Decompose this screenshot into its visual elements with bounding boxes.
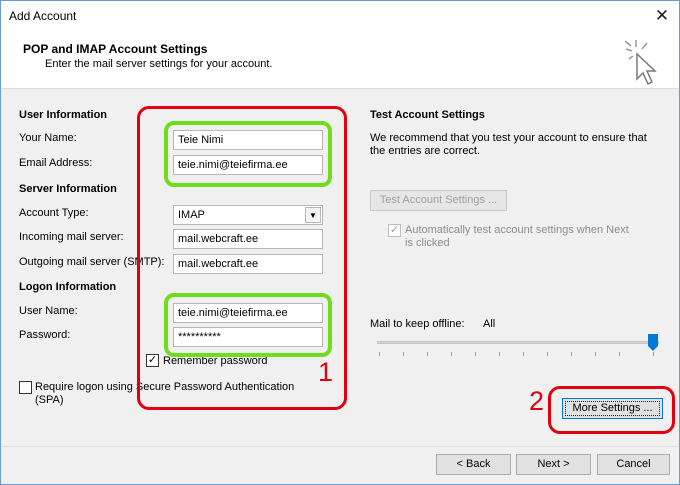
test-account-settings-heading: Test Account Settings (370, 109, 485, 121)
auto-test-label-line1: Automatically test account settings when… (405, 224, 629, 236)
back-button[interactable]: < Back (436, 454, 511, 475)
mail-offline-value: All (483, 318, 496, 330)
add-account-dialog: Add Account ✕ POP and IMAP Account Setti… (0, 0, 680, 485)
header-title: POP and IMAP Account Settings (23, 42, 208, 56)
your-name-label: Your Name: (19, 132, 77, 144)
test-description-line2: the entries are correct. (370, 145, 481, 157)
test-account-settings-button[interactable]: Test Account Settings ... (370, 190, 507, 211)
annotation-number-1: 1 (318, 357, 334, 387)
spa-label-line2: (SPA) (35, 394, 64, 406)
mail-offline-slider-track[interactable] (377, 341, 659, 344)
incoming-server-label: Incoming mail server: (19, 231, 124, 243)
password-label: Password: (19, 329, 71, 341)
slider-tick (523, 352, 524, 356)
spa-checkbox[interactable] (19, 381, 32, 394)
account-type-label: Account Type: (19, 207, 89, 219)
auto-test-label-line2: is clicked (405, 237, 450, 249)
user-information-heading: User Information (19, 109, 108, 121)
mail-offline-label: Mail to keep offline: (370, 318, 465, 330)
title-bar: Add Account ✕ (1, 1, 679, 31)
cursor-click-icon (624, 40, 657, 86)
slider-tick (547, 352, 548, 356)
slider-tick (475, 352, 476, 356)
slider-tick (427, 352, 428, 356)
slider-tick (619, 352, 620, 356)
slider-tick (379, 352, 380, 356)
auto-test-checkbox[interactable]: ✓ (388, 224, 401, 237)
logon-information-heading: Logon Information (19, 281, 117, 293)
annotation-box-2 (548, 386, 675, 434)
annotation-number-2: 2 (529, 386, 545, 416)
test-description-line1: We recommend that you test your account … (370, 132, 647, 144)
next-button[interactable]: Next > (516, 454, 591, 475)
cancel-button[interactable]: Cancel (597, 454, 670, 475)
close-icon[interactable]: ✕ (651, 5, 673, 27)
server-information-heading: Server Information (19, 183, 117, 195)
header-subtitle: Enter the mail server settings for your … (45, 58, 273, 70)
slider-tick (403, 352, 404, 356)
window-title: Add Account (9, 9, 77, 23)
slider-tick (595, 352, 596, 356)
slider-tick (571, 352, 572, 356)
email-address-label: Email Address: (19, 157, 93, 169)
annotation-green-box-logon (164, 293, 332, 357)
footer-divider (2, 446, 678, 447)
slider-tick (653, 352, 654, 356)
mail-offline-slider-thumb[interactable] (648, 334, 658, 351)
user-name-label: User Name: (19, 305, 78, 317)
slider-tick (499, 352, 500, 356)
slider-tick (451, 352, 452, 356)
annotation-green-box-user (164, 121, 332, 187)
dialog-header: POP and IMAP Account Settings Enter the … (1, 31, 679, 89)
